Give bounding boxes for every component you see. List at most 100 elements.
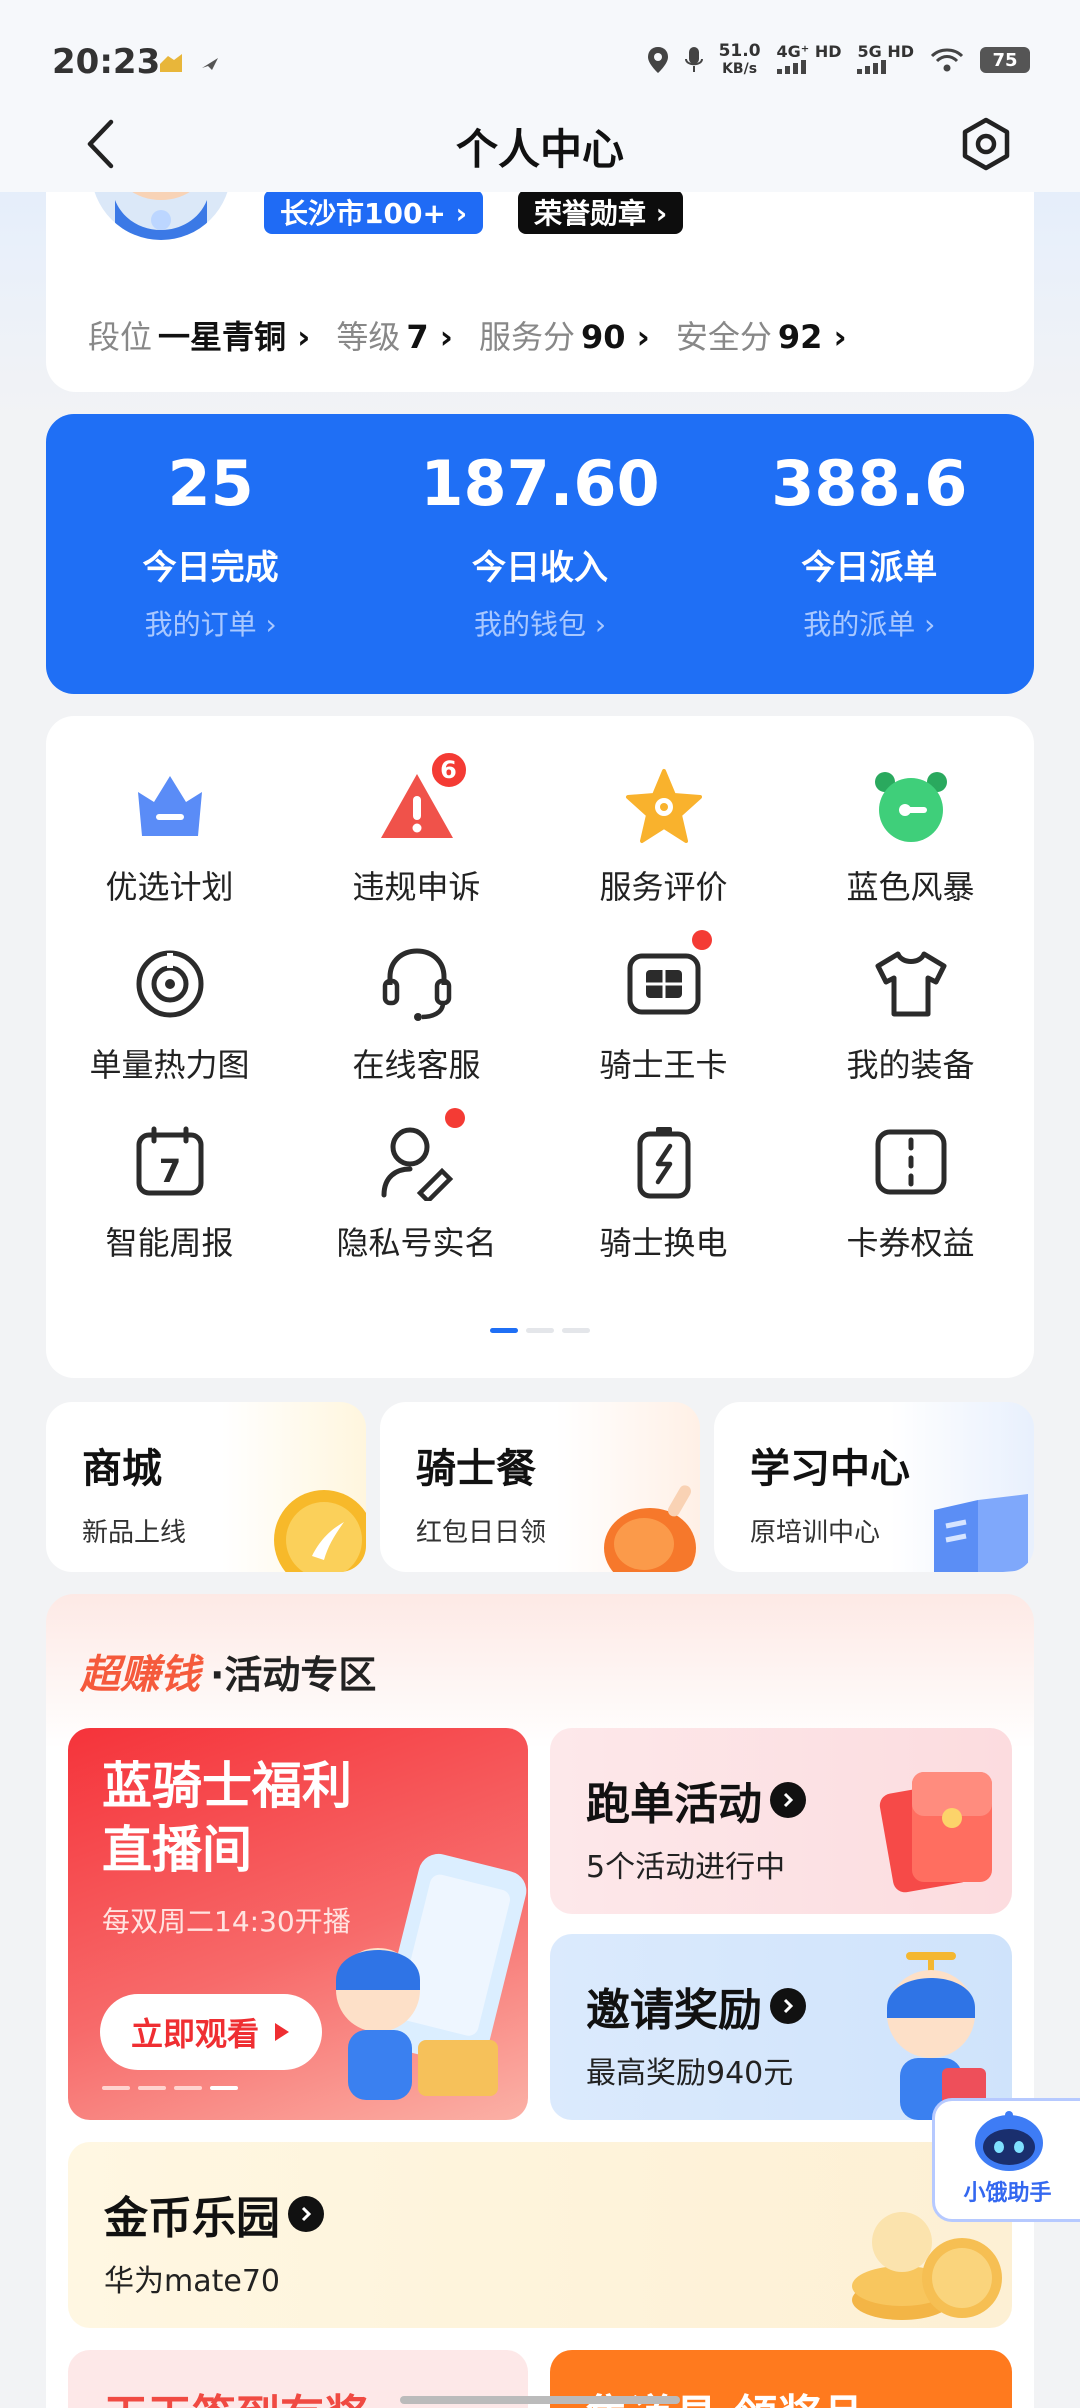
assistant-label: 小饿助手 [963, 2181, 1052, 2206]
stat-rank[interactable]: 段位 一星青铜 › [88, 312, 310, 358]
page-dot [562, 1328, 590, 1333]
activity-header: 超赚钱 ·活动专区 [80, 1642, 376, 1700]
headset-icon [375, 942, 459, 1026]
status-time: 20:23 [52, 42, 161, 82]
stat-service-score[interactable]: 服务分 90 › [479, 312, 650, 358]
dispatch-amount: 388.6 [771, 447, 968, 520]
location-icon [647, 47, 668, 73]
summary-completed[interactable]: 25 今日完成 我的订单 › [46, 414, 375, 694]
grid-page-indicator [490, 1328, 590, 1333]
tshirt-icon [869, 942, 953, 1026]
activity-zone: 超赚钱 ·活动专区 蓝骑士福利 直播间 每双周二14:30开播 立即观看 跑单活… [46, 1594, 1034, 2408]
arrow-right-icon [770, 1782, 806, 1818]
coin-park-prize: 华为mate70 [104, 2264, 281, 2299]
completed-count: 25 [167, 447, 254, 520]
grid-item-order-heatmap[interactable]: 单量热力图 [46, 942, 293, 1094]
battery-swap-icon [622, 1120, 706, 1204]
star-icon [622, 764, 706, 848]
signal-bars-icon [776, 59, 806, 74]
signal-bars-icon [857, 59, 887, 74]
grid-item-knight-card[interactable]: 骑士王卡 [540, 930, 787, 1094]
stat-safety-score[interactable]: 安全分 92 › [676, 312, 847, 358]
running-activity-card[interactable]: 跑单活动 5个活动进行中 [550, 1728, 1012, 1914]
summary-income[interactable]: 187.60 今日收入 我的钱包 › [375, 414, 704, 694]
battery-indicator: 75 [980, 47, 1030, 73]
sim-card-icon [622, 930, 712, 1026]
arrow-right-icon [288, 2196, 324, 2232]
live-carousel-dots [102, 2086, 238, 2090]
invite-reward-card[interactable]: 邀请奖励 最高奖励940元 [550, 1934, 1012, 2120]
home-indicator[interactable] [400, 2396, 680, 2404]
function-grid: 优选计划 6 违规申诉 服务评价 蓝色风暴 单量热力图 在线客服 骑士王卡 我的… [46, 750, 1034, 1272]
privacy-dot [444, 1108, 465, 1128]
learning-center-card[interactable]: 学习中心 原培训中心 [714, 1402, 1034, 1572]
crown-icon [128, 764, 212, 848]
arrow-right-icon [770, 1988, 806, 2024]
grid-item-blue-storm[interactable]: 蓝色风暴 [787, 764, 1034, 916]
robot-assistant-icon [975, 2111, 1043, 2171]
mall-card[interactable]: 商城 新品上线 [46, 1402, 366, 1572]
assistant-float-button[interactable]: 小饿助手 [932, 2098, 1080, 2222]
city-rank-badge[interactable]: 长沙市100+ › [264, 190, 484, 234]
watch-now-button[interactable]: 立即观看 [100, 1994, 322, 2070]
rider-mascot-phone-illustration [336, 1853, 527, 2100]
page-dot-active [490, 1328, 518, 1333]
signal-5g: 5G HD [857, 43, 914, 77]
today-summary-card: 25 今日完成 我的订单 › 187.60 今日收入 我的钱包 › 388.6 … [46, 414, 1034, 694]
app-header: 个人中心 [0, 96, 1080, 192]
running-activity-title: 跑单活动 [586, 1768, 806, 1832]
status-right: 51.0 KB/s 4G⁺ HD 5G HD 75 [647, 42, 1030, 78]
warning-icon: 6 [375, 750, 469, 848]
network-speed: 51.0 KB/s [718, 41, 761, 77]
activity-title: ·活动专区 [210, 1652, 377, 1697]
calendar-icon: 7 [128, 1120, 212, 1204]
notification-icons [158, 48, 228, 85]
signal-4g: 4G⁺ HD [776, 43, 841, 77]
grid-item-battery-swap[interactable]: 骑士换电 [540, 1120, 787, 1272]
page-title: 个人中心 [455, 125, 624, 174]
knight-card-dot [691, 930, 712, 950]
grid-item-service-rating[interactable]: 服务评价 [540, 764, 787, 916]
red-envelope-icon [879, 1772, 992, 1893]
target-icon [128, 942, 212, 1026]
user-edit-icon [375, 1108, 465, 1204]
grid-item-violation-appeal[interactable]: 6 违规申诉 [293, 750, 540, 916]
stat-level[interactable]: 等级 7 › [336, 312, 453, 358]
gear-icon [962, 117, 1010, 171]
income-amount: 187.60 [420, 447, 660, 520]
gold-coin-icon [274, 1490, 366, 1572]
grid-item-online-support[interactable]: 在线客服 [293, 942, 540, 1094]
wifi-icon [930, 48, 964, 72]
book-icon [934, 1494, 1028, 1572]
microphone-icon [684, 47, 703, 72]
grid-item-my-equipment[interactable]: 我的装备 [787, 942, 1034, 1094]
invite-reward-amount: 最高奖励940元 [586, 2056, 794, 2091]
play-icon [275, 2023, 289, 2041]
rider-meal-card[interactable]: 骑士餐 红包日日领 [380, 1402, 700, 1572]
grid-item-coupons[interactable]: 卡券权益 [787, 1120, 1034, 1272]
shortcut-row: 商城 新品上线 骑士餐 红包日日领 学习中心 原培训中心 [46, 1402, 1034, 1572]
settings-button[interactable] [954, 112, 1018, 176]
grid-item-weekly-report[interactable]: 7 智能周报 [46, 1120, 293, 1272]
coupon-icon [869, 1120, 953, 1204]
invite-reward-title: 邀请奖励 [586, 1974, 806, 2038]
function-grid-card: 优选计划 6 违规申诉 服务评价 蓝色风暴 单量热力图 在线客服 骑士王卡 我的… [46, 716, 1034, 1378]
dispatch-label: 今日派单 [801, 548, 938, 588]
my-dispatch-link: 我的派单 › [803, 608, 936, 641]
grid-item-preferred-plan[interactable]: 优选计划 [46, 764, 293, 916]
appeal-count-badge: 6 [428, 750, 469, 790]
mascot-gift-illustration [887, 1952, 986, 2120]
summary-dispatch[interactable]: 388.6 今日派单 我的派单 › [705, 414, 1034, 694]
coin-park-card[interactable]: 金币乐园 华为mate70 [68, 2142, 1012, 2328]
completed-label: 今日完成 [142, 548, 279, 588]
page-dot [526, 1328, 554, 1333]
notification-app-icon [160, 54, 218, 72]
running-activity-count: 5个活动进行中 [586, 1850, 786, 1885]
rider-stats-row: 段位 一星青铜 › 等级 7 › 服务分 90 › 安全分 92 › [88, 312, 847, 358]
grid-item-privacy-verification[interactable]: 隐私号实名 [293, 1108, 540, 1272]
income-label: 今日收入 [471, 548, 608, 588]
livestream-card[interactable]: 蓝骑士福利 直播间 每双周二14:30开播 立即观看 [68, 1728, 528, 2120]
my-orders-link: 我的订单 › [144, 608, 277, 641]
honor-medal-badge[interactable]: 荣誉勋章 › [518, 190, 684, 234]
my-wallet-link: 我的钱包 › [473, 608, 607, 641]
